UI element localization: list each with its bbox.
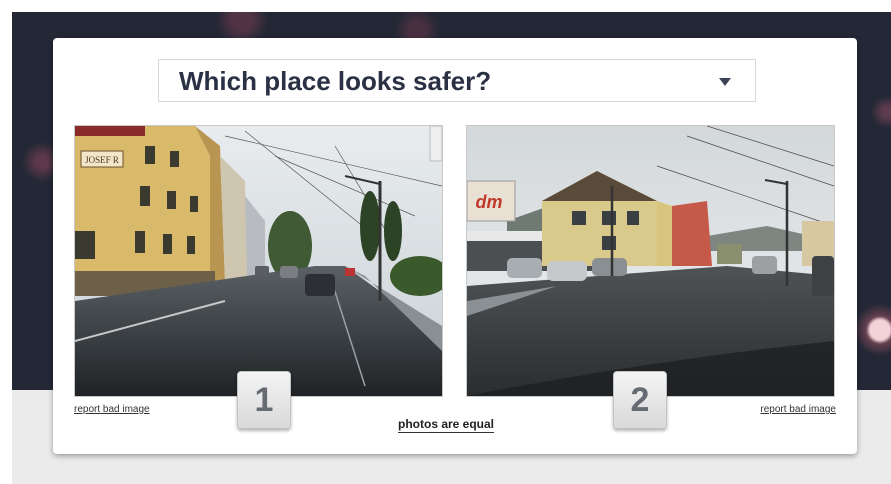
question-select[interactable]: Which place looks safer? bbox=[158, 59, 756, 102]
photo-right[interactable]: dm bbox=[466, 125, 835, 397]
report-bad-image-link-left[interactable]: report bad image bbox=[74, 404, 150, 415]
report-bad-image-link-right[interactable]: report bad image bbox=[760, 404, 836, 415]
photos-equal-link[interactable]: photos are equal bbox=[398, 417, 495, 433]
choose-photo-2-button[interactable]: 2 bbox=[613, 371, 667, 429]
choose-photo-1-button[interactable]: 1 bbox=[237, 371, 291, 429]
shop-sign-text: JOSEF R bbox=[85, 155, 119, 165]
comparison-card: Which place looks safer? JOSEF R dm 1 2 … bbox=[53, 38, 857, 454]
question-text: Which place looks safer? bbox=[179, 66, 492, 96]
photo-left[interactable]: JOSEF R bbox=[74, 125, 443, 397]
street-photo-right: dm bbox=[467, 126, 834, 396]
chevron-down-icon[interactable] bbox=[719, 78, 731, 86]
store-sign-text: dm bbox=[476, 192, 503, 212]
street-photo-left: JOSEF R bbox=[75, 126, 442, 396]
